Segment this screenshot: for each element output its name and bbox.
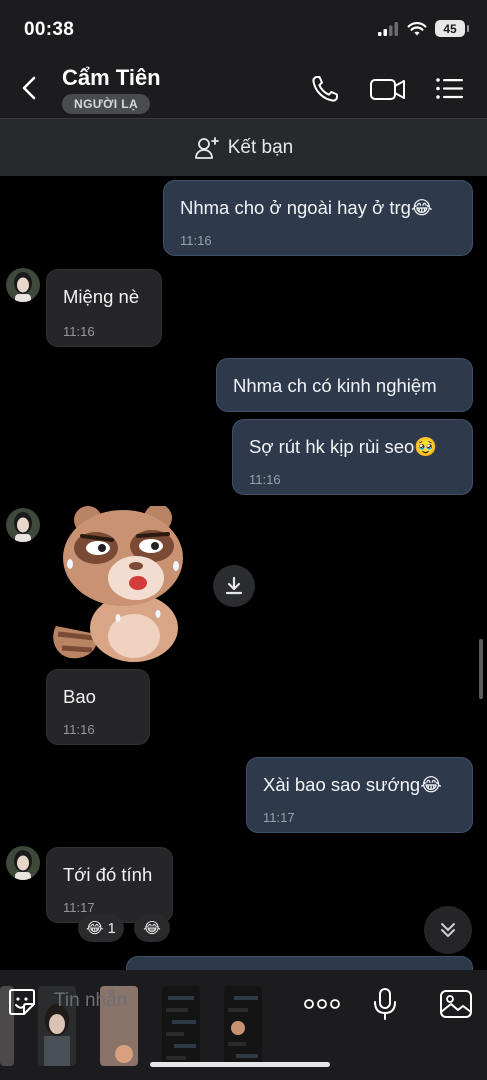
raccoon-sticker[interactable]: [48, 504, 190, 664]
message-time: 11:16: [63, 324, 95, 339]
chat-header: Cẩm Tiên NGƯỜI LẠ: [0, 58, 487, 118]
message-text: Tới đó tính: [63, 864, 153, 885]
contact-avatar[interactable]: [6, 846, 40, 880]
voice-record-button[interactable]: [365, 984, 405, 1024]
message-bubble-outgoing[interactable]: Nhma ch có kinh nghiệm: [216, 358, 473, 412]
message-text: Xài bao sao sướng😂: [263, 774, 442, 795]
download-button[interactable]: [213, 565, 255, 607]
thumbnail-image: [228, 996, 258, 1058]
message-bubble-outgoing[interactable]: [126, 956, 473, 970]
download-icon: [225, 576, 243, 595]
message-bubble-incoming[interactable]: Bao 11:16: [46, 669, 150, 745]
add-user-icon: [194, 136, 219, 159]
photo-thumbnail[interactable]: [162, 986, 200, 1066]
image-icon: [440, 990, 472, 1018]
message-time: 11:17: [263, 810, 295, 825]
message-text: Nhma cho ở ngoài hay ở trg😂: [180, 197, 433, 218]
status-icons: 45: [377, 20, 469, 37]
message-list[interactable]: Nhma cho ở ngoài hay ở trg😂 11:16 Miệng …: [0, 176, 487, 970]
status-time: 00:38: [24, 19, 75, 40]
message-bubble-incoming[interactable]: Miệng nè 11:16: [46, 269, 162, 347]
message-bubble-outgoing[interactable]: Xài bao sao sướng😂 11:17: [246, 757, 473, 833]
add-reaction-button[interactable]: 😂: [134, 914, 170, 942]
contact-avatar[interactable]: [6, 508, 40, 542]
message-text: Bao: [63, 686, 96, 707]
double-chevron-down-icon: [441, 923, 455, 937]
voice-call-button[interactable]: [308, 72, 342, 106]
signal-icon: [378, 21, 398, 36]
message-bubble-outgoing[interactable]: Sợ rút hk kịp rùi seo🥹 11:16: [232, 419, 473, 495]
message-time: 11:16: [63, 722, 95, 737]
message-time: 11:16: [249, 472, 281, 487]
back-chevron-icon: [22, 76, 36, 100]
back-button[interactable]: [14, 72, 46, 104]
microphone-icon: [374, 988, 396, 1020]
avatar-photo: [6, 508, 40, 542]
reaction-emoji: 😂: [86, 920, 104, 937]
message-input[interactable]: Tin nhắn: [54, 990, 127, 1012]
more-horizontal-icon: [304, 999, 340, 1009]
phone-icon: [312, 76, 338, 102]
reaction-count: 1: [107, 919, 116, 937]
contact-avatar[interactable]: [6, 268, 40, 302]
sticker-icon: [9, 989, 35, 1015]
thumbnail-image: [166, 996, 196, 1060]
message-bubble-incoming[interactable]: Tới đó tính 11:17: [46, 847, 173, 923]
photo-thumbnail[interactable]: [224, 986, 262, 1066]
sticker-button[interactable]: [2, 982, 42, 1022]
battery-indicator: 45: [435, 20, 469, 37]
menu-list-icon: [436, 78, 463, 99]
message-text: Sợ rút hk kịp rùi seo🥹: [249, 436, 438, 457]
wifi-icon: [407, 21, 427, 35]
add-friend-button[interactable]: Kết bạn: [0, 118, 487, 176]
stranger-badge: NGƯỜI LẠ: [62, 94, 151, 114]
gallery-button[interactable]: [436, 984, 476, 1024]
status-bar: 00:38 45: [0, 0, 487, 58]
reaction-emoji: 😂: [143, 920, 161, 937]
message-time: 11:16: [180, 233, 212, 248]
more-options-button[interactable]: [302, 984, 342, 1024]
home-indicator: [150, 1062, 330, 1067]
message-bubble-outgoing[interactable]: Nhma cho ở ngoài hay ở trg😂 11:16: [163, 180, 473, 256]
video-call-button[interactable]: [368, 72, 408, 106]
add-friend-label: Kết bạn: [227, 136, 294, 158]
avatar-photo: [6, 846, 40, 880]
menu-button[interactable]: [432, 72, 466, 106]
contact-name[interactable]: Cẩm Tiên: [62, 65, 161, 91]
sticker-image: [53, 504, 183, 662]
video-call-icon: [370, 79, 405, 100]
scrollbar[interactable]: [479, 639, 483, 699]
reaction-summary[interactable]: 😂 1: [78, 914, 124, 942]
message-text: Nhma ch có kinh nghiệm: [233, 375, 437, 396]
scroll-to-bottom-button[interactable]: [424, 906, 472, 954]
avatar-photo: [6, 268, 40, 302]
message-text: Miệng nè: [63, 286, 140, 307]
